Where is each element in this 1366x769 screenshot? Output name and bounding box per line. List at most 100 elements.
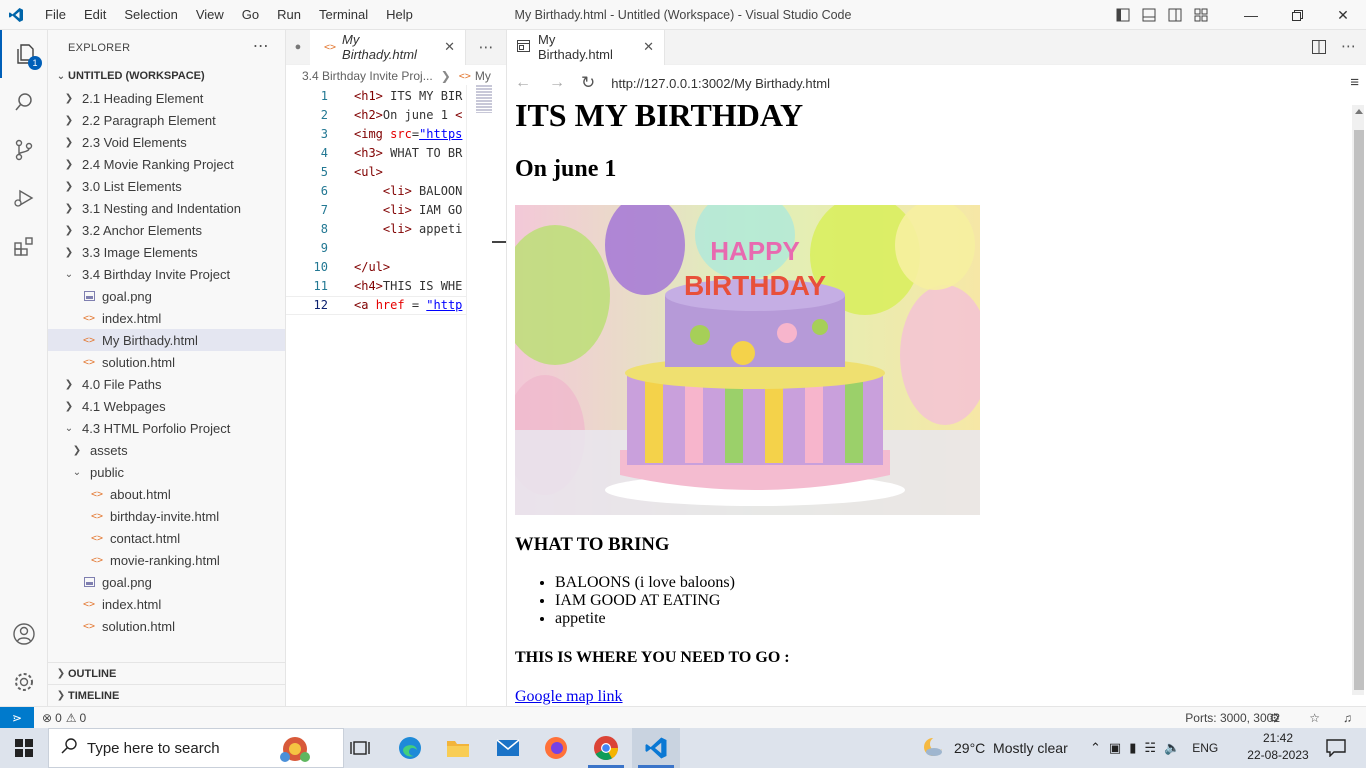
- customize-layout-icon[interactable]: [1188, 0, 1214, 30]
- menu-item[interactable]: View: [187, 0, 233, 30]
- file-explorer-icon[interactable]: [434, 728, 482, 768]
- code-line[interactable]: <h4>THIS IS WHE: [354, 277, 469, 296]
- editor-scrollbar[interactable]: [466, 85, 470, 706]
- split-editor-icon[interactable]: [1312, 40, 1326, 57]
- more-actions-icon[interactable]: ⋯: [253, 36, 269, 56]
- meet-now-icon[interactable]: ▣: [1109, 740, 1121, 756]
- menu-item[interactable]: Go: [233, 0, 268, 30]
- tree-folder[interactable]: ⌄ 3.4 Birthday Invite Project: [48, 263, 285, 285]
- restore-button[interactable]: [1274, 0, 1320, 30]
- language-indicator[interactable]: ENG: [1192, 741, 1218, 755]
- scrollbar-thumb[interactable]: [1354, 130, 1364, 690]
- tree-file[interactable]: goal.png: [48, 285, 285, 307]
- tree-folder[interactable]: ❯ 2.1 Heading Element: [48, 87, 285, 109]
- firefox-icon[interactable]: [532, 728, 580, 768]
- breadcrumb-folder[interactable]: 3.4 Birthday Invite Proj...: [302, 69, 433, 83]
- reload-icon[interactable]: ↻: [581, 73, 595, 93]
- toggle-secondary-sidebar-icon[interactable]: [1162, 0, 1188, 30]
- live-share-icon[interactable]: ☆: [1309, 711, 1320, 725]
- forward-arrow-icon[interactable]: →: [549, 74, 565, 92]
- tree-folder[interactable]: ❯ 3.3 Image Elements: [48, 241, 285, 263]
- tab-my-birthady-code[interactable]: <> My Birthady.html ✕: [310, 29, 466, 65]
- editor-more-icon[interactable]: ⋯: [466, 38, 506, 56]
- notification-center-icon[interactable]: [1312, 728, 1360, 768]
- weather-widget[interactable]: 29°C Mostly clear: [922, 728, 1068, 768]
- source-control-icon[interactable]: [0, 126, 48, 174]
- workspace-header[interactable]: ⌄ UNTITLED (WORKSPACE): [48, 65, 285, 87]
- google-map-link[interactable]: Google map link: [515, 688, 1351, 706]
- warning-count[interactable]: 0: [80, 711, 87, 725]
- run-debug-icon[interactable]: [0, 174, 48, 222]
- code-line[interactable]: <h3> WHAT TO BR: [354, 144, 469, 163]
- tree-folder[interactable]: ❯ 3.2 Anchor Elements: [48, 219, 285, 241]
- tree-folder[interactable]: ❯ assets: [48, 439, 285, 461]
- menu-item[interactable]: File: [36, 0, 75, 30]
- hamburger-menu-icon[interactable]: ≡: [1350, 74, 1359, 91]
- taskbar-search-box[interactable]: Type here to search: [48, 728, 344, 768]
- tree-file[interactable]: <> solution.html: [48, 615, 285, 637]
- url-bar[interactable]: http://127.0.0.1:3002/My Birthady.html: [611, 76, 830, 91]
- code-line[interactable]: <li> IAM GO: [354, 201, 469, 220]
- tree-file[interactable]: <> about.html: [48, 483, 285, 505]
- tree-file[interactable]: <> index.html: [48, 307, 285, 329]
- editor-more-icon[interactable]: ⋯: [1341, 37, 1356, 55]
- sash-indicator[interactable]: [492, 241, 506, 243]
- code-line[interactable]: <img src="https: [354, 125, 469, 144]
- code-line[interactable]: </ul>: [354, 258, 469, 277]
- menu-item[interactable]: Help: [377, 0, 422, 30]
- chrome-icon[interactable]: [582, 728, 630, 768]
- tree-file[interactable]: <> contact.html: [48, 527, 285, 549]
- breadcrumb-file[interactable]: My: [475, 69, 491, 83]
- tree-file[interactable]: <> birthday-invite.html: [48, 505, 285, 527]
- menu-item[interactable]: Terminal: [310, 0, 377, 30]
- tree-folder[interactable]: ❯ 2.2 Paragraph Element: [48, 109, 285, 131]
- code-line[interactable]: <li> BALOON: [354, 182, 469, 201]
- battery-icon[interactable]: ▮: [1129, 740, 1136, 756]
- back-arrow-icon[interactable]: ←: [515, 74, 531, 92]
- edge-browser-icon[interactable]: [386, 728, 434, 768]
- accounts-icon[interactable]: [0, 610, 48, 658]
- chevron-up-icon[interactable]: ⌃: [1090, 740, 1101, 756]
- windows-start-icon[interactable]: [0, 728, 48, 768]
- minimize-button[interactable]: —: [1228, 0, 1274, 30]
- preview-scrollbar[interactable]: [1352, 105, 1364, 695]
- extensions-icon[interactable]: [0, 222, 48, 270]
- errors-icon[interactable]: ⊗: [42, 711, 52, 725]
- tree-folder[interactable]: ❯ 2.3 Void Elements: [48, 131, 285, 153]
- tree-folder[interactable]: ❯ 4.0 File Paths: [48, 373, 285, 395]
- remote-indicator-icon[interactable]: ⋗: [0, 706, 34, 729]
- tree-folder[interactable]: ❯ 4.1 Webpages: [48, 395, 285, 417]
- wifi-icon[interactable]: ☵: [1144, 740, 1156, 756]
- code-line[interactable]: <ul>: [354, 163, 469, 182]
- toggle-panel-icon[interactable]: [1136, 0, 1162, 30]
- manage-gear-icon[interactable]: [0, 658, 48, 706]
- clock[interactable]: 21:42 22-08-2023: [1246, 730, 1310, 764]
- tree-folder[interactable]: ❯ 3.0 List Elements: [48, 175, 285, 197]
- tree-folder[interactable]: ⌄ public: [48, 461, 285, 483]
- notifications-bell-icon[interactable]: ♫: [1343, 711, 1352, 725]
- tree-file[interactable]: goal.png: [48, 571, 285, 593]
- outline-section[interactable]: ❯ OUTLINE: [48, 662, 286, 684]
- close-tab-icon[interactable]: ✕: [444, 39, 455, 55]
- ports-status[interactable]: Ports: 3000, 3002: [1171, 711, 1280, 725]
- tree-file[interactable]: <> My Birthady.html: [48, 329, 285, 351]
- timeline-section[interactable]: ❯ TIMELINE: [48, 684, 286, 706]
- tree-folder[interactable]: ⌄ 4.3 HTML Porfolio Project: [48, 417, 285, 439]
- menu-item[interactable]: Selection: [115, 0, 186, 30]
- scroll-up-arrow-icon[interactable]: [1355, 109, 1363, 114]
- code-line[interactable]: <li> appeti: [354, 220, 469, 239]
- vscode-taskbar-icon[interactable]: [632, 728, 680, 768]
- tab-my-birthady-preview[interactable]: My Birthady.html ✕: [507, 29, 665, 65]
- menu-item[interactable]: Run: [268, 0, 310, 30]
- search-icon[interactable]: [0, 78, 48, 126]
- explorer-icon[interactable]: 1: [0, 30, 48, 78]
- tree-folder[interactable]: ❯ 2.4 Movie Ranking Project: [48, 153, 285, 175]
- code-line[interactable]: <h1> ITS MY BIR: [354, 87, 469, 106]
- close-tab-icon[interactable]: ✕: [643, 39, 654, 55]
- mail-icon[interactable]: [484, 728, 532, 768]
- close-window-button[interactable]: ✕: [1320, 0, 1366, 30]
- minimap[interactable]: [476, 85, 492, 113]
- menu-item[interactable]: Edit: [75, 0, 115, 30]
- task-view-icon[interactable]: [336, 728, 384, 768]
- tree-file[interactable]: <> solution.html: [48, 351, 285, 373]
